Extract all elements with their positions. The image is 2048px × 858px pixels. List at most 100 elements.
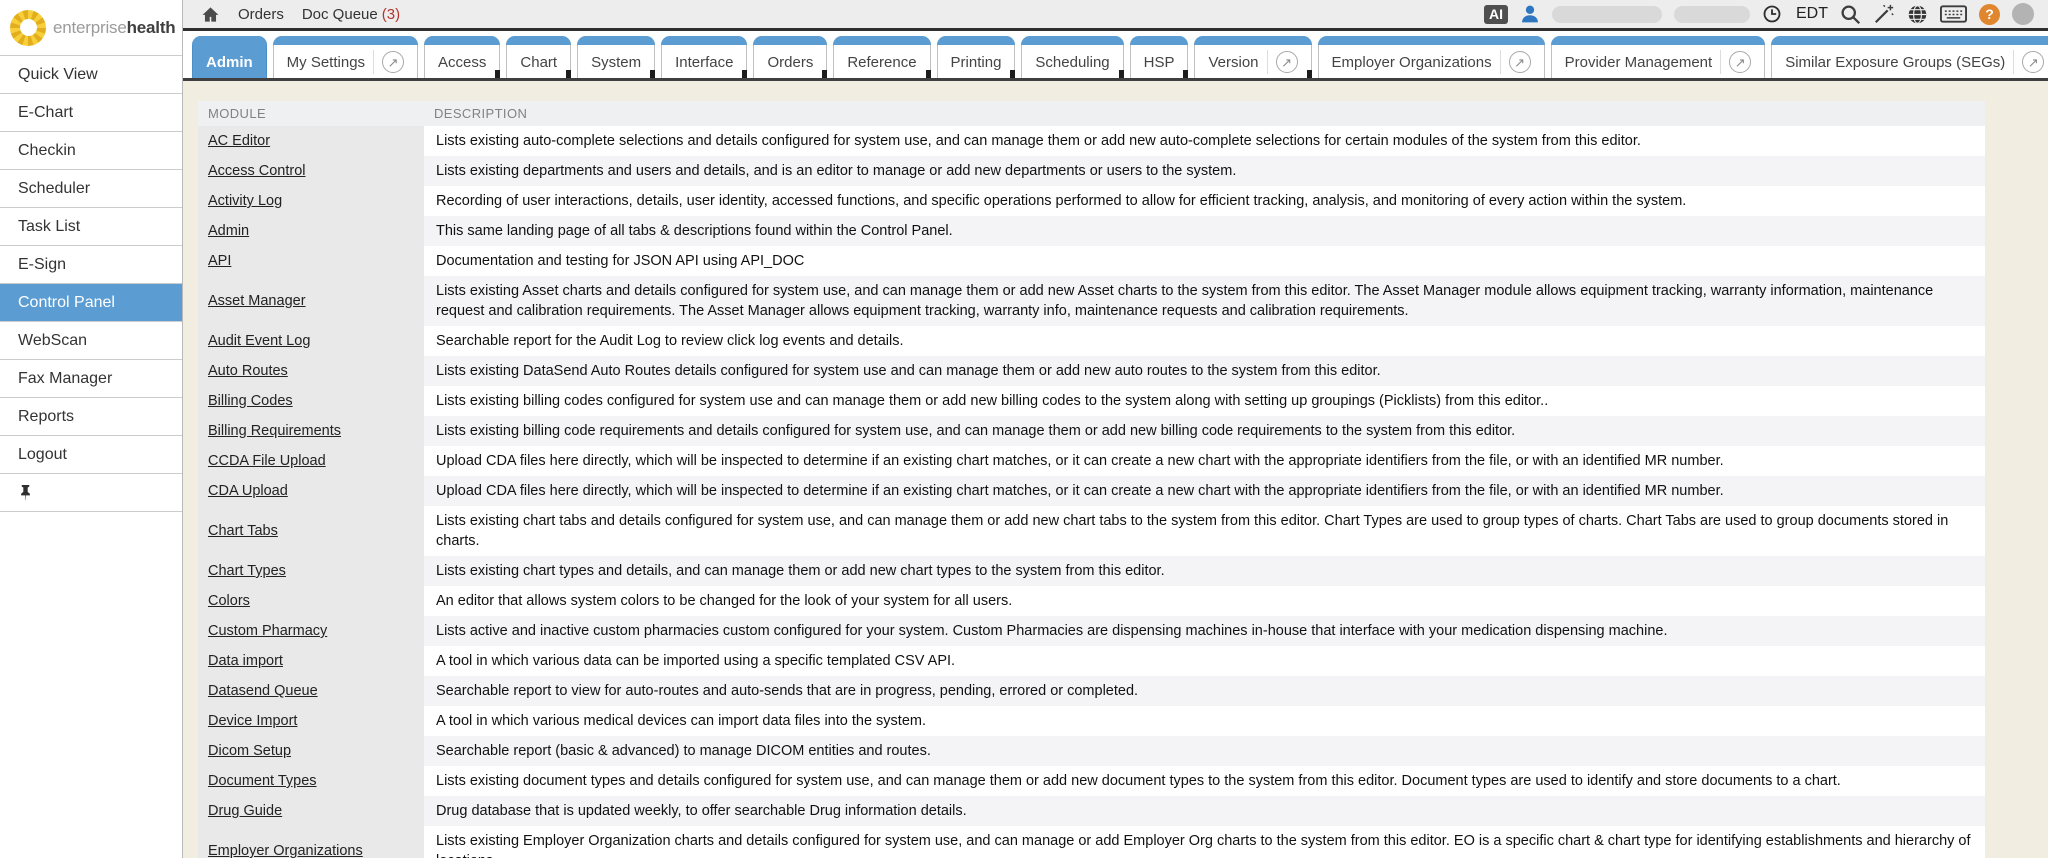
module-link[interactable]: Access Control xyxy=(208,163,306,179)
divider xyxy=(1267,50,1268,74)
top-bar-right: AI EDT ? xyxy=(1484,3,2034,25)
module-link[interactable]: CCDA File Upload xyxy=(208,453,326,469)
module-cell: Colors xyxy=(198,586,424,616)
module-cell: Data import xyxy=(198,646,424,676)
globe-icon[interactable] xyxy=(1907,4,1928,25)
keyboard-icon[interactable] xyxy=(1940,5,1967,23)
tab-printing[interactable]: Printing xyxy=(937,36,1016,78)
tab-version[interactable]: Version↗ xyxy=(1194,36,1311,78)
tab-similar-exposure-groups[interactable]: Similar Exposure Groups (SEGs) ↗ xyxy=(1771,36,2048,78)
external-link-icon[interactable]: ↗ xyxy=(382,51,404,73)
tab-scheduling[interactable]: Scheduling xyxy=(1021,36,1123,78)
tab-my-settings[interactable]: My Settings ↗ xyxy=(273,36,418,78)
wand-icon[interactable] xyxy=(1873,3,1895,25)
sidebar-item-task-list[interactable]: Task List xyxy=(0,208,182,246)
sidebar-item-e-chart[interactable]: E-Chart xyxy=(0,94,182,132)
menu-orders[interactable]: Orders xyxy=(238,6,284,23)
external-link-icon[interactable]: ↗ xyxy=(1509,51,1531,73)
table-row: Activity LogRecording of user interactio… xyxy=(198,186,1985,216)
sidebar-item-quick-view[interactable]: Quick View xyxy=(0,56,182,94)
sidebar-item-fax-manager[interactable]: Fax Manager xyxy=(0,360,182,398)
module-link[interactable]: Activity Log xyxy=(208,193,282,209)
module-description: Lists existing chart tabs and details co… xyxy=(424,506,1985,556)
tab-chart[interactable]: Chart xyxy=(506,36,571,78)
module-cell: Datasend Queue xyxy=(198,676,424,706)
module-link[interactable]: Chart Tabs xyxy=(208,523,278,539)
tab-label: Access xyxy=(438,54,486,71)
module-description: Lists existing Employer Organization cha… xyxy=(424,826,1985,858)
table-row: Custom Pharmacy Lists active and inactive… xyxy=(198,616,1985,646)
tab-hsp[interactable]: HSP xyxy=(1130,36,1189,78)
help-icon[interactable]: ? xyxy=(1979,4,2000,25)
tab-system[interactable]: System xyxy=(577,36,655,78)
module-link[interactable]: Data import xyxy=(208,653,283,669)
module-table-body: AC Editor Lists existing auto-complete se… xyxy=(198,126,1985,858)
tab-employer-organizations[interactable]: Employer Organizations↗ xyxy=(1318,36,1545,78)
table-row: Chart TypesLists existing chart types an… xyxy=(198,556,1985,586)
module-link[interactable]: Audit Event Log xyxy=(208,333,310,349)
avatar[interactable] xyxy=(2012,3,2034,25)
module-cell: AC Editor xyxy=(198,126,424,156)
module-description: Drug database that is updated weekly, to… xyxy=(424,796,1985,826)
sidebar-item-reports[interactable]: Reports xyxy=(0,398,182,436)
tab-label: HSP xyxy=(1144,54,1175,71)
sidebar-item-checkin[interactable]: Checkin xyxy=(0,132,182,170)
module-link[interactable]: Dicom Setup xyxy=(208,743,291,759)
module-description: Upload CDA files here directly, which wi… xyxy=(424,476,1985,506)
module-cell: Chart Tabs xyxy=(198,506,424,556)
table-row: Chart Tabs Lists existing chart tabs and … xyxy=(198,506,1985,556)
module-link[interactable]: Admin xyxy=(208,223,249,239)
tab-provider-management[interactable]: Provider Management↗ xyxy=(1551,36,1766,78)
menu-doc-queue[interactable]: Doc Queue(3) xyxy=(302,6,400,23)
brand-light: enterprise xyxy=(53,18,127,37)
module-link[interactable]: Document Types xyxy=(208,773,317,789)
module-link[interactable]: AC Editor xyxy=(208,133,270,149)
tab-admin[interactable]: Admin xyxy=(192,36,267,78)
home-icon[interactable] xyxy=(201,5,220,24)
ai-badge[interactable]: AI xyxy=(1484,5,1508,24)
module-link[interactable]: Auto Routes xyxy=(208,363,288,379)
module-description: Lists existing auto-complete selections … xyxy=(424,126,1985,156)
tab-label: My Settings xyxy=(287,54,365,71)
tab-reference[interactable]: Reference xyxy=(833,36,930,78)
tab-interface[interactable]: Interface xyxy=(661,36,747,78)
module-description: Searchable report (basic & advanced) to … xyxy=(424,736,1985,766)
sidebar-item-e-sign[interactable]: E-Sign xyxy=(0,246,182,284)
module-link[interactable]: Colors xyxy=(208,593,250,609)
tab-label: Chart xyxy=(520,54,557,71)
sidebar-item-webscan[interactable]: WebScan xyxy=(0,322,182,360)
module-link[interactable]: Billing Requirements xyxy=(208,423,341,439)
sidebar-item-scheduler[interactable]: Scheduler xyxy=(0,170,182,208)
column-header-description: DESCRIPTION xyxy=(424,101,1985,126)
module-cell: Employer Organizations xyxy=(198,826,424,858)
module-link[interactable]: Chart Types xyxy=(208,563,286,579)
module-link[interactable]: CDA Upload xyxy=(208,483,288,499)
user-icon[interactable] xyxy=(1520,4,1540,24)
module-link[interactable]: API xyxy=(208,253,231,269)
search-icon[interactable] xyxy=(1840,4,1861,25)
table-row: Dicom Setup Searchable report (basic & ad… xyxy=(198,736,1985,766)
module-link[interactable]: Custom Pharmacy xyxy=(208,623,327,639)
clock-icon[interactable] xyxy=(1762,4,1782,24)
sidebar-pin-toggle[interactable] xyxy=(0,474,182,512)
module-description: Lists existing DataSend Auto Routes deta… xyxy=(424,356,1985,386)
module-link[interactable]: Billing Codes xyxy=(208,393,293,409)
tab-access[interactable]: Access xyxy=(424,36,500,78)
module-link[interactable]: Datasend Queue xyxy=(208,683,318,699)
tab-orders[interactable]: Orders xyxy=(753,36,827,78)
module-link[interactable]: Drug Guide xyxy=(208,803,282,819)
tab-label: Printing xyxy=(951,54,1002,71)
sidebar-item-control-panel[interactable]: Control Panel xyxy=(0,284,182,322)
module-link[interactable]: Employer Organizations xyxy=(208,843,363,858)
module-link[interactable]: Device Import xyxy=(208,713,297,729)
tab-label: Similar Exposure Groups (SEGs) xyxy=(1785,54,2005,71)
external-link-icon[interactable]: ↗ xyxy=(1276,51,1298,73)
module-description: Lists active and inactive custom pharmac… xyxy=(424,616,1985,646)
table-row: Document TypesLists existing document ty… xyxy=(198,766,1985,796)
table-row: Asset ManagerLists existing Asset charts… xyxy=(198,276,1985,326)
module-link[interactable]: Asset Manager xyxy=(208,293,306,309)
sidebar-item-logout[interactable]: Logout xyxy=(0,436,182,474)
doc-queue-label: Doc Queue xyxy=(302,6,378,23)
external-link-icon[interactable]: ↗ xyxy=(1729,51,1751,73)
external-link-icon[interactable]: ↗ xyxy=(2022,51,2044,73)
